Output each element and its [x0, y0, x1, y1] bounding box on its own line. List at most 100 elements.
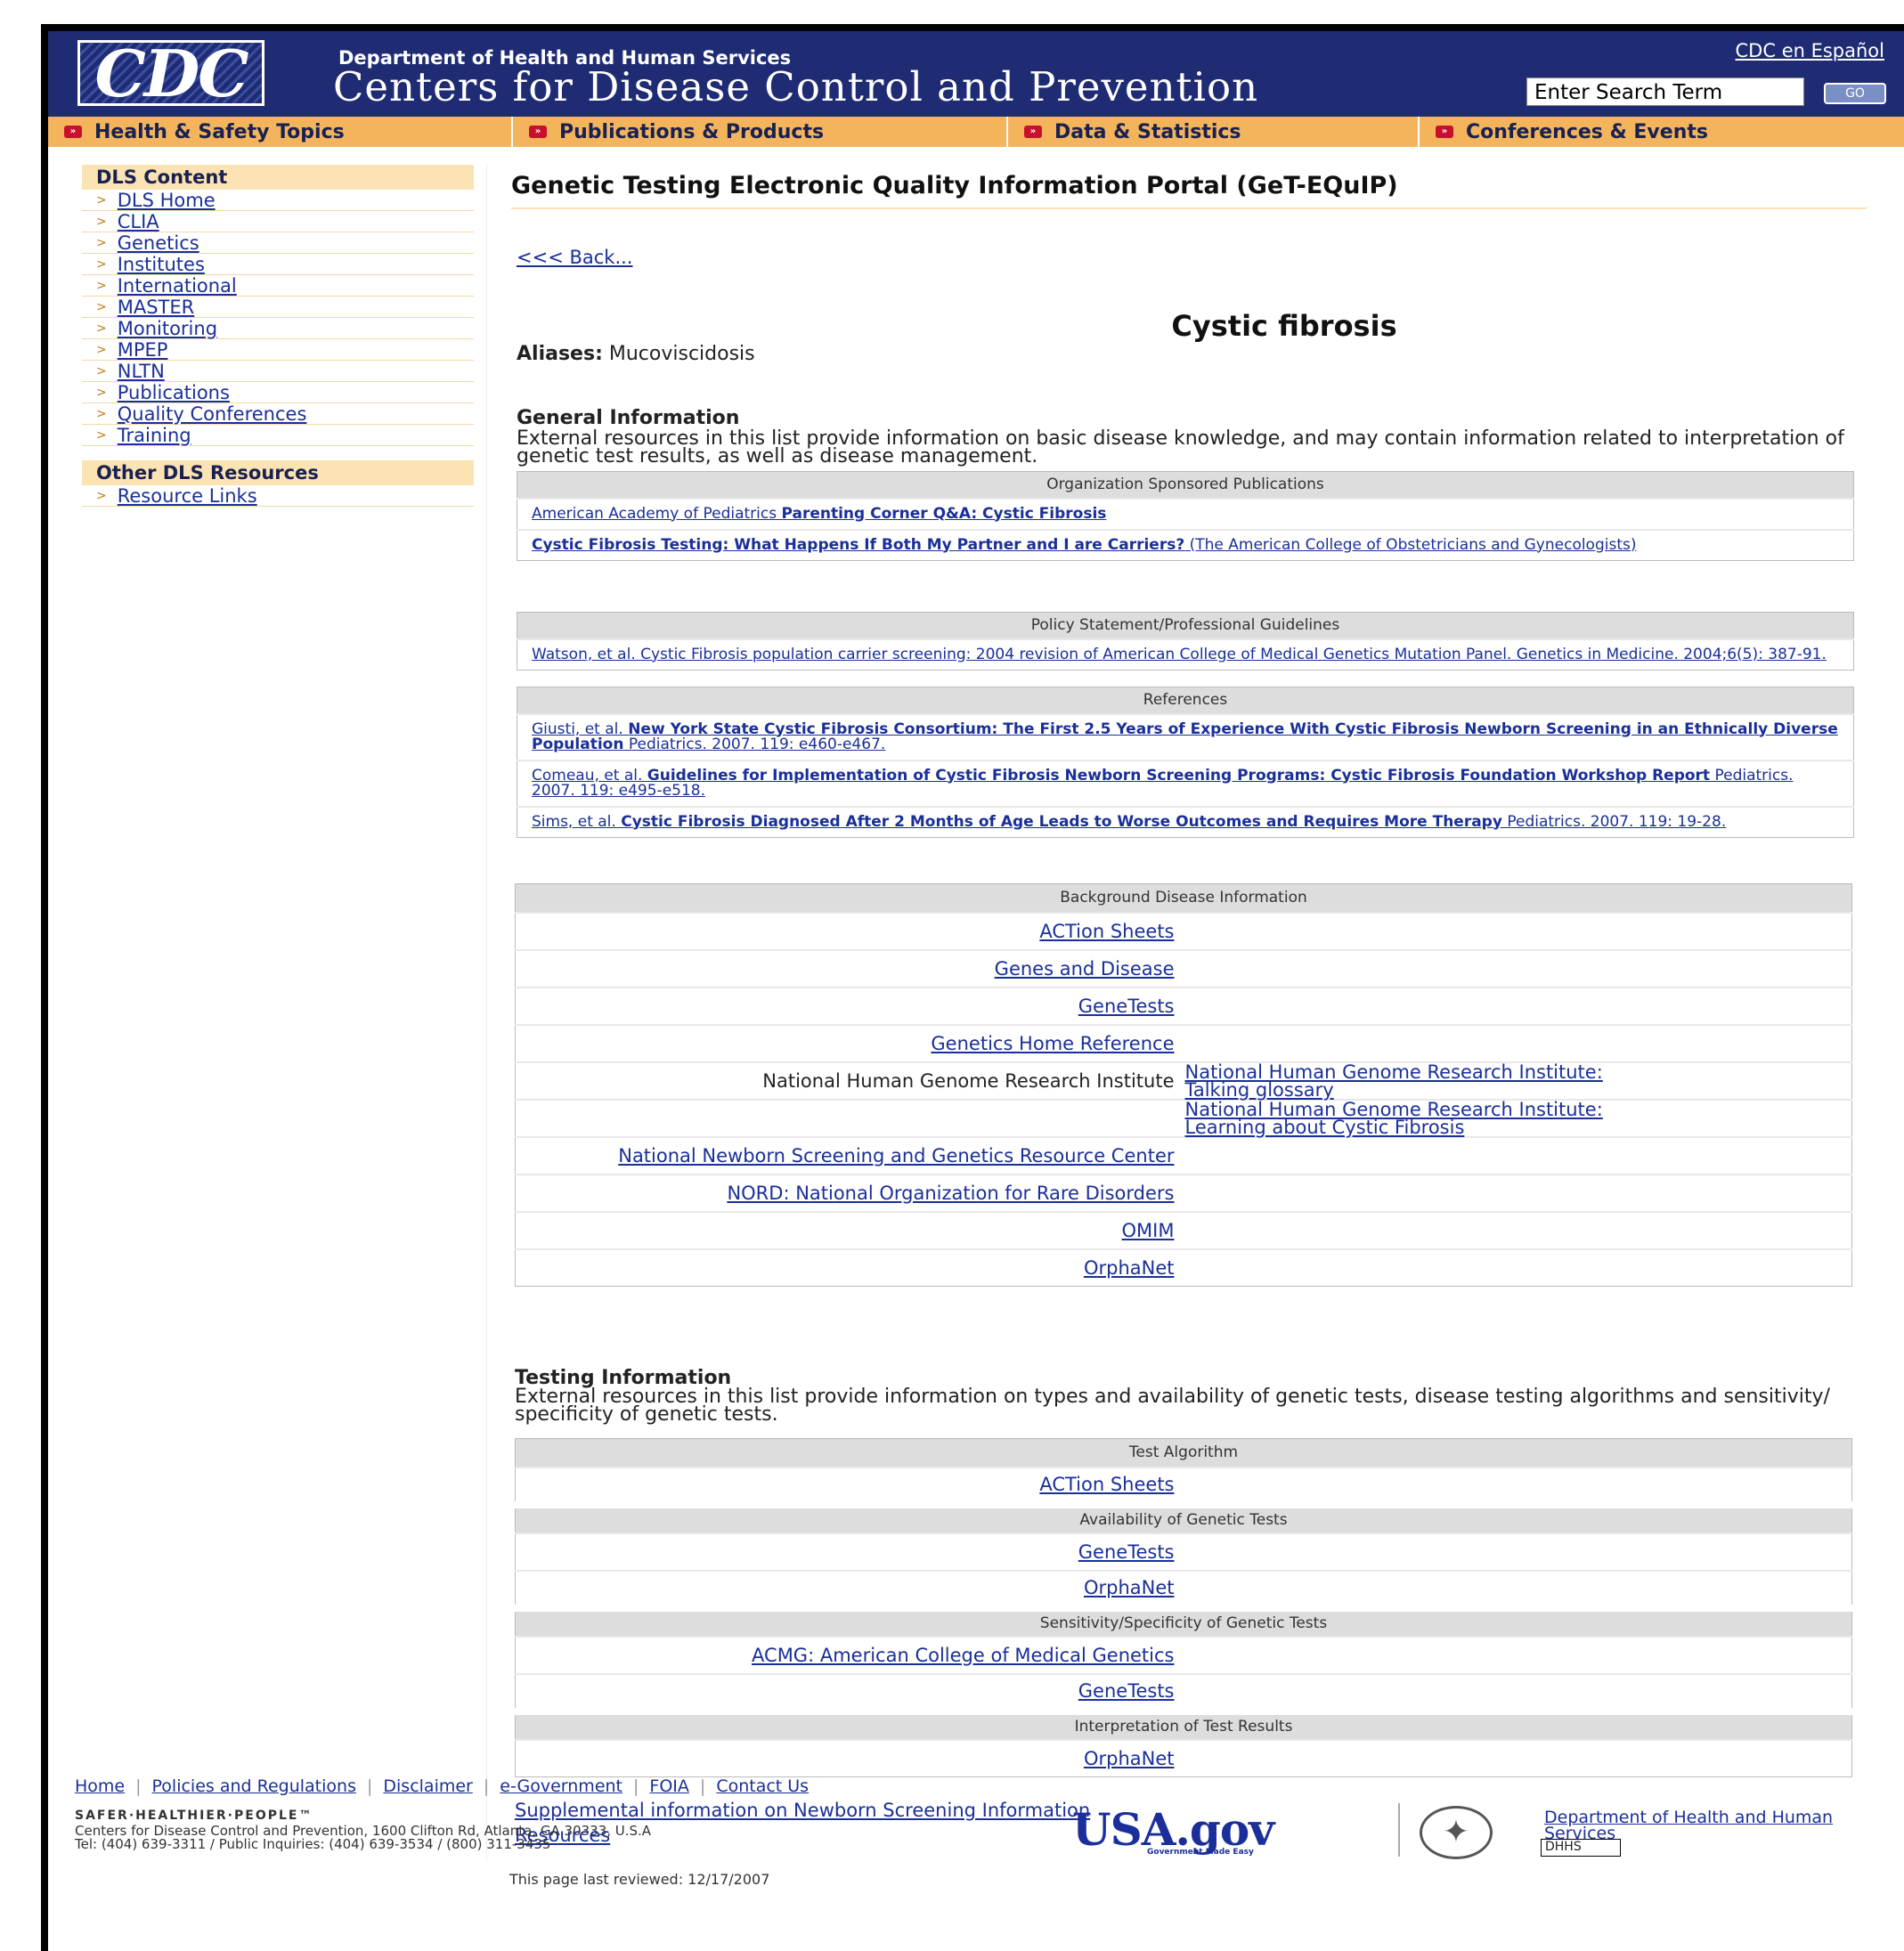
resource-link[interactable]: National Human Genome Research Institute… [1185, 1099, 1603, 1138]
dhhs-tooltip: DHHS [1541, 1839, 1621, 1857]
table-header: Interpretation of Test Results [515, 1707, 1852, 1740]
resource-right-cell [1183, 1210, 1852, 1249]
footer-separator: | [633, 1776, 639, 1796]
nav-conferences[interactable]: » Conferences & Events [1420, 117, 1904, 147]
resource-link[interactable]: National Human Genome Research Institute… [1185, 1061, 1603, 1101]
search-input[interactable]: Enter Search Term [1526, 77, 1804, 106]
nav-label: Health & Safety Topics [94, 120, 345, 143]
resource-right-cell [1183, 1635, 1852, 1674]
sidebar-item-clia[interactable]: > CLIA [82, 211, 474, 232]
resource-link[interactable]: NORD: National Organization for Rare Dis… [727, 1183, 1174, 1204]
resource-left-cell: ACTion Sheets [515, 911, 1184, 950]
resource-right-cell [1183, 1135, 1852, 1175]
footer-link-e-government[interactable]: e-Government [500, 1776, 622, 1796]
sidebar-item-label[interactable]: Quality Conferences [118, 403, 307, 425]
org-publications-table: Organization Sponsored Publications Amer… [517, 471, 1854, 561]
resource-link[interactable]: ACMG: American College of Medical Geneti… [752, 1645, 1174, 1666]
sidebar-item-nltn[interactable]: > NLTN [82, 361, 474, 382]
sidebar-heading-content: DLS Content [82, 165, 474, 190]
site-header: CDC Department of Health and Human Servi… [48, 31, 1904, 117]
sidebar-item-label[interactable]: MASTER [118, 297, 195, 318]
resource-right-cell [1183, 1173, 1852, 1212]
footer-link-foia[interactable]: FOIA [649, 1776, 689, 1796]
resource-left-cell: National Newborn Screening and Genetics … [515, 1135, 1184, 1175]
sidebar-item-quality-conferences[interactable]: > Quality Conferences [82, 403, 474, 425]
table-row: Genes and Disease [515, 948, 1852, 988]
cdc-logo[interactable]: CDC [77, 40, 264, 106]
sidebar-item-label[interactable]: CLIA [118, 211, 159, 232]
resource-link[interactable]: National Newborn Screening and Genetics … [618, 1145, 1174, 1167]
testing-info-description: External resources in this list provide … [515, 1386, 1830, 1426]
agency-name: Centers for Disease Control and Preventi… [333, 63, 1259, 110]
search-go-button[interactable]: GO [1824, 83, 1886, 104]
citation-link[interactable]: American Academy of Pediatrics Parenting… [532, 505, 1106, 523]
resource-link[interactable]: Genes and Disease [995, 958, 1175, 980]
citation-link[interactable]: Watson, et al. Cystic Fibrosis populatio… [532, 646, 1827, 663]
chevron-right-icon: > [96, 192, 107, 207]
resource-left-cell: GeneTests [515, 986, 1184, 1025]
nav-data-statistics[interactable]: » Data & Statistics [1008, 117, 1420, 147]
sidebar-item-label[interactable]: Training [118, 425, 191, 446]
sidebar-item-mpep[interactable]: > MPEP [82, 339, 474, 361]
resource-link[interactable]: GeneTests [1078, 1541, 1175, 1563]
resource-link[interactable]: GeneTests [1078, 1680, 1175, 1702]
footer-link-policies-and-regulations[interactable]: Policies and Regulations [152, 1776, 356, 1796]
citation-link[interactable]: Giusti, et al. New York State Cystic Fib… [532, 720, 1838, 753]
resource-left-cell: ACTion Sheets [515, 1466, 1184, 1505]
sidebar-item-genetics[interactable]: > Genetics [82, 232, 474, 254]
aliases-value: Mucoviscidosis [608, 343, 755, 365]
sidebar-item-resource-links[interactable]: > Resource Links [82, 485, 474, 507]
hhs-link[interactable]: Department of Health and Human Services [1544, 1809, 1904, 1842]
sidebar-item-label[interactable]: MPEP [118, 339, 168, 361]
citation-cell: Watson, et al. Cystic Fibrosis populatio… [517, 638, 1854, 670]
references-table: References Giusti, et al. New York State… [517, 687, 1854, 838]
back-link[interactable]: <<< Back... [517, 247, 632, 268]
footer-separator: | [483, 1776, 490, 1796]
resource-left-cell: OrphaNet [515, 1248, 1184, 1287]
sidebar-item-label[interactable]: International [118, 275, 237, 297]
spanish-link[interactable]: CDC en Español [1736, 40, 1884, 61]
sidebar-item-label[interactable]: Genetics [118, 232, 199, 254]
sidebar-item-master[interactable]: > MASTER [82, 297, 474, 318]
resource-right-cell [1183, 911, 1852, 950]
resource-link[interactable]: OMIM [1122, 1220, 1175, 1241]
resource-link[interactable]: ACTion Sheets [1039, 1474, 1174, 1495]
sidebar-item-institutes[interactable]: > Institutes [82, 254, 474, 275]
resource-link[interactable]: Genetics Home Reference [931, 1033, 1174, 1054]
sidebar-item-label[interactable]: DLS Home [118, 190, 216, 211]
citation-suffix: (The American College of Obstetricians a… [1184, 535, 1637, 554]
table-row: Cystic Fibrosis Testing: What Happens If… [517, 528, 1854, 560]
sidebar-item-label[interactable]: Monitoring [118, 318, 217, 339]
table-header: Availability of Genetic Tests [515, 1500, 1852, 1533]
sidebar-item-training[interactable]: > Training [82, 425, 474, 446]
sidebar-item-label[interactable]: NLTN [118, 361, 165, 382]
table-header-row: Sensitivity/Specificity of Genetic Tests [515, 1604, 1852, 1637]
nav-health-safety[interactable]: » Health & Safety Topics [48, 117, 513, 147]
footer-link-contact-us[interactable]: Contact Us [716, 1776, 809, 1796]
sidebar-item-international[interactable]: > International [82, 275, 474, 297]
footer-link-disclaimer[interactable]: Disclaimer [383, 1776, 472, 1796]
sidebar-item-label[interactable]: Resource Links [118, 485, 257, 507]
sidebar-item-dls-home[interactable]: > DLS Home [82, 190, 474, 211]
sidebar-item-monitoring[interactable]: > Monitoring [82, 318, 474, 339]
resource-link[interactable]: OrphaNet [1084, 1748, 1175, 1769]
citation-link[interactable]: Comeau, et al. Guidelines for Implementa… [532, 767, 1794, 800]
hhs-eagle-icon[interactable]: ✦ [1420, 1806, 1493, 1859]
table-row: NORD: National Organization for Rare Dis… [515, 1173, 1852, 1212]
disease-name: Cystic fibrosis [1171, 309, 1397, 343]
citation-link[interactable]: Sims, et al. Cystic Fibrosis Diagnosed A… [532, 813, 1726, 831]
sidebar-item-label[interactable]: Publications [118, 382, 230, 403]
resource-link[interactable]: GeneTests [1078, 996, 1175, 1017]
citation-link[interactable]: Cystic Fibrosis Testing: What Happens If… [532, 536, 1637, 554]
resource-link[interactable]: OrphaNet [1084, 1577, 1175, 1598]
resource-right-cell [1183, 1248, 1852, 1287]
sidebar-item-publications[interactable]: > Publications [82, 382, 474, 403]
sidebar-item-label[interactable]: Institutes [118, 254, 205, 275]
resource-right-cell [1183, 1569, 1852, 1608]
footer-link-home[interactable]: Home [75, 1776, 125, 1796]
resource-link[interactable]: OrphaNet [1084, 1257, 1175, 1279]
table-header-row: Test Algorithm [515, 1438, 1852, 1467]
table-row: OMIM [515, 1210, 1852, 1249]
nav-publications[interactable]: » Publications & Products [513, 117, 1008, 147]
resource-link[interactable]: ACTion Sheets [1039, 921, 1174, 942]
